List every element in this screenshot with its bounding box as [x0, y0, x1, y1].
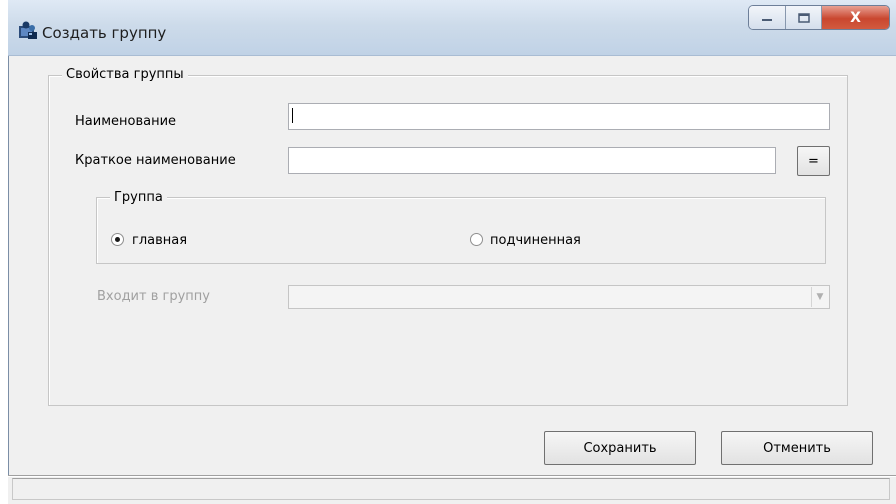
radio-main[interactable] — [111, 233, 124, 246]
group-type-legend: Группа — [110, 190, 167, 205]
chevron-down-icon[interactable]: ▼ — [811, 287, 828, 307]
status-panel — [12, 478, 890, 500]
copy-name-button[interactable]: = — [797, 146, 830, 176]
text-caret — [292, 108, 293, 123]
minimize-button[interactable] — [749, 6, 787, 29]
properties-legend: Свойства группы — [62, 67, 188, 82]
parent-group-label: Входит в группу — [97, 289, 210, 304]
maximize-icon — [797, 12, 810, 23]
name-input[interactable] — [288, 103, 830, 130]
group-app-icon — [18, 20, 38, 40]
short-name-label: Краткое наименование — [75, 153, 236, 168]
save-button[interactable]: Сохранить — [544, 431, 696, 465]
window-controls: X — [748, 5, 890, 30]
close-button[interactable]: X — [821, 6, 889, 29]
window-title: Создать группу — [42, 24, 167, 42]
short-name-input[interactable] — [288, 147, 776, 174]
radio-subordinate[interactable] — [470, 233, 483, 246]
close-icon: X — [850, 9, 861, 26]
name-label: Наименование — [75, 114, 177, 129]
group-type-groupbox — [96, 197, 826, 264]
radio-selected-dot — [115, 237, 120, 242]
radio-subordinate-label[interactable]: подчиненная — [490, 233, 581, 248]
cancel-button[interactable]: Отменить — [721, 431, 873, 465]
minimize-icon — [762, 18, 773, 21]
radio-main-label[interactable]: главная — [132, 233, 187, 248]
parent-group-select[interactable]: ▼ — [288, 285, 830, 309]
maximize-button[interactable] — [786, 6, 822, 29]
